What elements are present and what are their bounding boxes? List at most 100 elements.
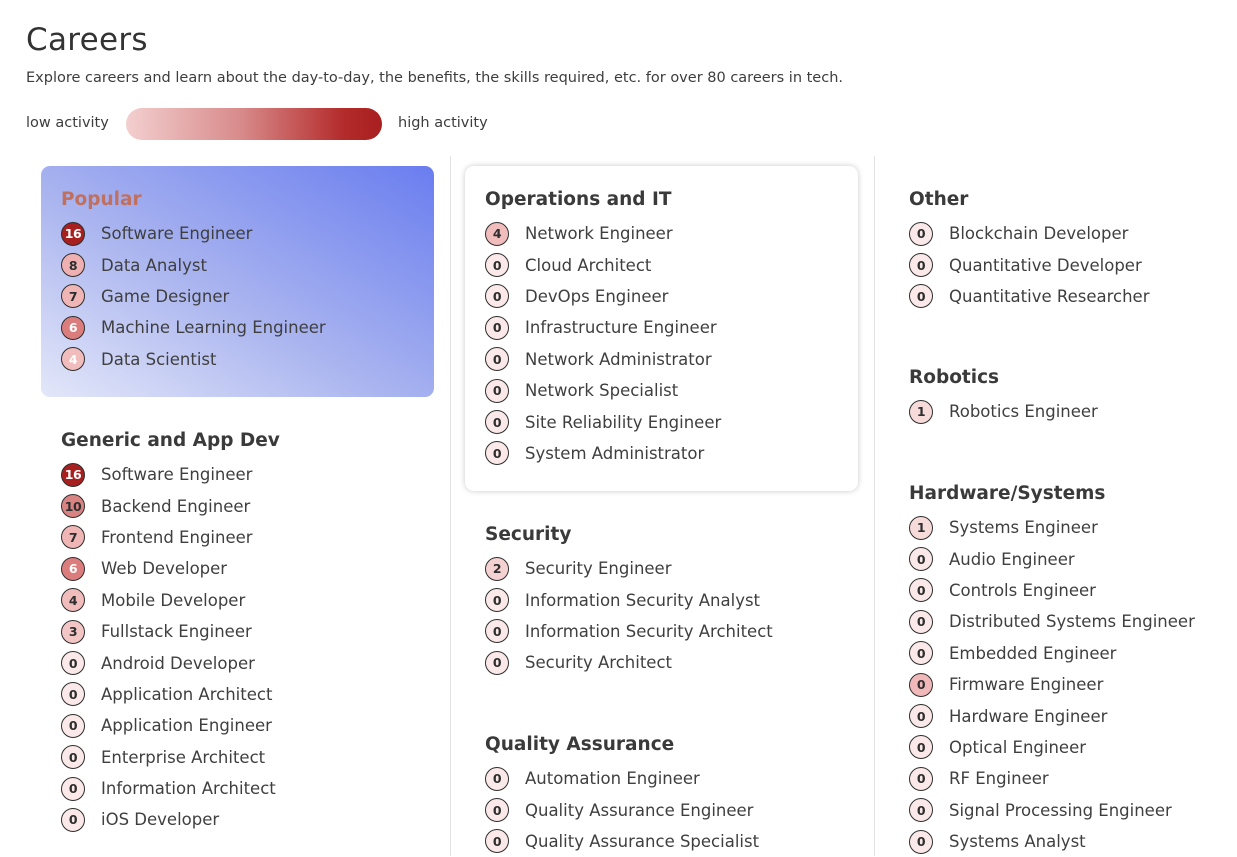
career-label: RF Engineer [949, 769, 1049, 789]
activity-count-badge: 0 [909, 641, 933, 666]
career-link[interactable]: 6 Machine Learning Engineer [61, 312, 326, 343]
activity-count-badge: 0 [909, 221, 933, 246]
career-link[interactable]: 4 Data Scientist [61, 344, 326, 375]
activity-count-badge: 0 [61, 682, 85, 707]
career-link[interactable]: 0 Network Specialist [485, 375, 721, 406]
career-label: Machine Learning Engineer [101, 318, 326, 338]
activity-gradient-bar [126, 108, 382, 140]
career-label: iOS Developer [101, 810, 220, 830]
career-link[interactable]: 0 DevOps Engineer [485, 281, 721, 312]
career-label: Software Engineer [101, 224, 253, 244]
section-robotics: Robotics 1 Robotics Engineer [909, 363, 1098, 427]
activity-count-badge: 1 [909, 399, 933, 424]
career-link[interactable]: 4 Network Engineer [485, 218, 721, 249]
career-label: Controls Engineer [949, 580, 1096, 600]
activity-count-badge: 0 [61, 713, 85, 738]
career-link[interactable]: 0 Signal Processing Engineer [909, 795, 1195, 826]
career-link[interactable]: 0 Embedded Engineer [909, 638, 1195, 669]
career-label: DevOps Engineer [525, 286, 669, 306]
career-label: Infrastructure Engineer [525, 318, 717, 338]
career-link[interactable]: 7 Frontend Engineer [61, 522, 280, 553]
section-title: Security [485, 524, 572, 545]
activity-count-badge: 0 [61, 745, 85, 770]
activity-count-badge: 3 [61, 619, 85, 644]
career-link[interactable]: 0 Distributed Systems Engineer [909, 606, 1195, 637]
career-link[interactable]: 0 Network Administrator [485, 344, 721, 375]
career-link[interactable]: 0 Infrastructure Engineer [485, 312, 721, 343]
career-label: Audio Engineer [949, 549, 1075, 569]
activity-count-badge: 0 [485, 347, 509, 372]
career-link[interactable]: 1 Robotics Engineer [909, 396, 1098, 427]
career-link[interactable]: 0 System Administrator [485, 438, 721, 469]
legend-low-label: low activity [26, 115, 109, 131]
activity-count-badge: 0 [485, 315, 509, 340]
career-link[interactable]: 0 Application Architect [61, 679, 280, 710]
career-link[interactable]: 0 Quality Assurance Engineer [485, 794, 759, 825]
career-link[interactable]: 0 Hardware Engineer [909, 700, 1195, 731]
career-link[interactable]: 3 Fullstack Engineer [61, 616, 280, 647]
activity-count-badge: 0 [485, 829, 509, 854]
career-label: Game Designer [101, 286, 230, 306]
career-link[interactable]: 0 iOS Developer [61, 804, 280, 835]
career-link[interactable]: 0 Optical Engineer [909, 732, 1195, 763]
career-link[interactable]: 4 Mobile Developer [61, 585, 280, 616]
career-label: Blockchain Developer [949, 224, 1129, 244]
activity-count-badge: 0 [909, 609, 933, 634]
career-label: System Administrator [525, 443, 705, 463]
career-link[interactable]: 0 Cloud Architect [485, 249, 721, 280]
career-label: Fullstack Engineer [101, 622, 252, 642]
career-link[interactable]: 0 Firmware Engineer [909, 669, 1195, 700]
career-label: Signal Processing Engineer [949, 800, 1172, 820]
activity-count-badge: 2 [485, 556, 509, 581]
career-link[interactable]: 0 Quality Assurance Specialist [485, 826, 759, 857]
career-link[interactable]: 0 Android Developer [61, 647, 280, 678]
section-generic-app-dev: Generic and App Dev 16 Software Engineer 1… [61, 426, 280, 836]
career-link[interactable]: 0 Quantitative Researcher [909, 281, 1149, 312]
career-link[interactable]: 6 Web Developer [61, 553, 280, 584]
activity-count-badge: 4 [61, 347, 85, 372]
career-label: Distributed Systems Engineer [949, 612, 1195, 632]
career-label: Optical Engineer [949, 737, 1087, 757]
career-link[interactable]: 0 RF Engineer [909, 763, 1195, 794]
career-label: Systems Engineer [949, 518, 1098, 538]
career-link[interactable]: 8 Data Analyst [61, 249, 326, 280]
activity-count-badge: 10 [61, 494, 85, 519]
activity-count-badge: 0 [485, 588, 509, 613]
career-link[interactable]: 0 Information Architect [61, 773, 280, 804]
section-other: Other 0 Blockchain Developer 0 Quantitative… [909, 185, 1149, 312]
career-link[interactable]: 0 Information Security Analyst [485, 584, 773, 615]
legend-high-label: high activity [398, 115, 488, 131]
career-link[interactable]: 0 Site Reliability Engineer [485, 406, 721, 437]
career-link[interactable]: 0 Controls Engineer [909, 575, 1195, 606]
career-link[interactable]: 0 Enterprise Architect [61, 742, 280, 773]
career-link[interactable]: 0 Automation Engineer [485, 763, 759, 794]
career-link[interactable]: 7 Game Designer [61, 281, 326, 312]
activity-count-badge: 7 [61, 525, 85, 550]
career-link[interactable]: 0 Quantitative Developer [909, 249, 1149, 280]
activity-count-badge: 0 [909, 547, 933, 572]
activity-count-badge: 4 [61, 588, 85, 613]
career-link[interactable]: 10 Backend Engineer [61, 490, 280, 521]
section-security: Security 2 Security Engineer 0 Information … [485, 520, 773, 679]
career-label: Web Developer [101, 559, 228, 579]
career-label: Software Engineer [101, 465, 253, 485]
activity-count-badge: 0 [485, 378, 509, 403]
activity-count-badge: 0 [909, 284, 933, 309]
career-label: Quantitative Researcher [949, 286, 1150, 306]
career-link[interactable]: 1 Systems Engineer [909, 512, 1195, 543]
activity-count-badge: 0 [485, 619, 509, 644]
career-link[interactable]: 16 Software Engineer [61, 459, 280, 490]
career-link[interactable]: 16 Software Engineer [61, 218, 326, 249]
career-link[interactable]: 0 Security Architect [485, 647, 773, 678]
career-link[interactable]: 0 Application Engineer [61, 710, 280, 741]
career-link[interactable]: 0 Information Security Architect [485, 616, 773, 647]
activity-count-badge: 0 [909, 829, 933, 854]
activity-count-badge: 0 [909, 672, 933, 697]
career-link[interactable]: 2 Security Engineer [485, 553, 773, 584]
activity-count-badge: 8 [61, 253, 85, 278]
career-link[interactable]: 0 Audio Engineer [909, 543, 1195, 574]
section-title: Quality Assurance [485, 734, 675, 755]
career-link[interactable]: 0 Blockchain Developer [909, 218, 1149, 249]
activity-count-badge: 0 [61, 776, 85, 801]
career-link[interactable]: 0 Systems Analyst [909, 826, 1195, 857]
